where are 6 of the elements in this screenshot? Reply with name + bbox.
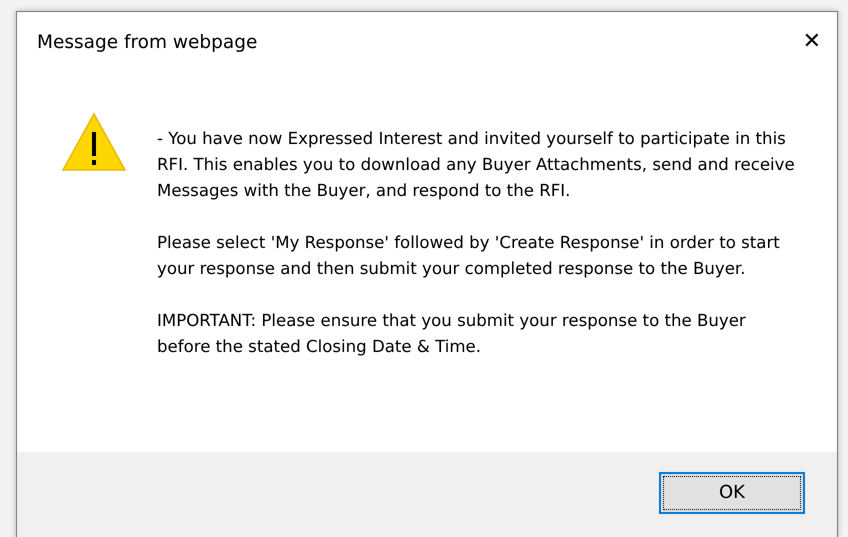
message-text: Please select 'My Response' followed by 'Create Response' in order to start your response and then submit your completed response to the Buyer. [157, 232, 781, 280]
ok-button[interactable]: OK [659, 472, 805, 514]
window-title: Message from webpage [37, 32, 258, 52]
message-text: IMPORTANT: Please ensure that you submit your response to the Buyer before the stated Closing Date & Time. [157, 310, 747, 358]
message-text: - You have now Expressed Interest and invited yourself to participate in this RFI. This enables you to download any Buyer Attachments, send and receive Messages with the Buyer, and respond to the RFI. [157, 128, 796, 202]
close-button[interactable]: ✕ [798, 31, 825, 53]
